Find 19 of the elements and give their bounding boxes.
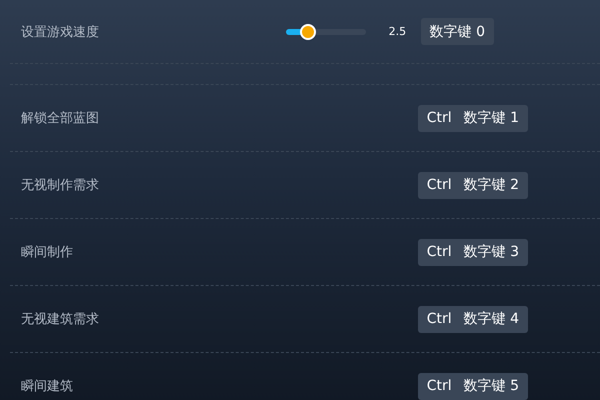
key-label: Ctrl — [426, 244, 452, 260]
slider-value: 2.5 — [388, 25, 406, 38]
key-label: Ctrl — [426, 177, 452, 193]
key-label: 数字键 0 — [430, 22, 485, 40]
key-label: 数字键 2 — [464, 176, 519, 194]
key-label: 数字键 4 — [464, 310, 519, 328]
option-label: 瞬间制作 — [21, 244, 74, 261]
slider-thumb[interactable] — [300, 24, 316, 40]
key-label: Ctrl — [426, 311, 452, 327]
key-label: Ctrl — [426, 110, 452, 126]
option-label: 无视建筑需求 — [21, 311, 100, 328]
key-label: 数字键 3 — [464, 243, 519, 261]
option-label: 设置游戏速度 — [21, 24, 100, 40]
option-label: 解锁全部蓝图 — [21, 110, 100, 127]
key-label: Ctrl — [426, 378, 452, 394]
option-label: 瞬间建筑 — [21, 378, 74, 395]
key-label: 数字键 1 — [464, 109, 519, 127]
option-label: 无视制作需求 — [21, 177, 100, 194]
key-label: 数字键 5 — [464, 377, 519, 395]
